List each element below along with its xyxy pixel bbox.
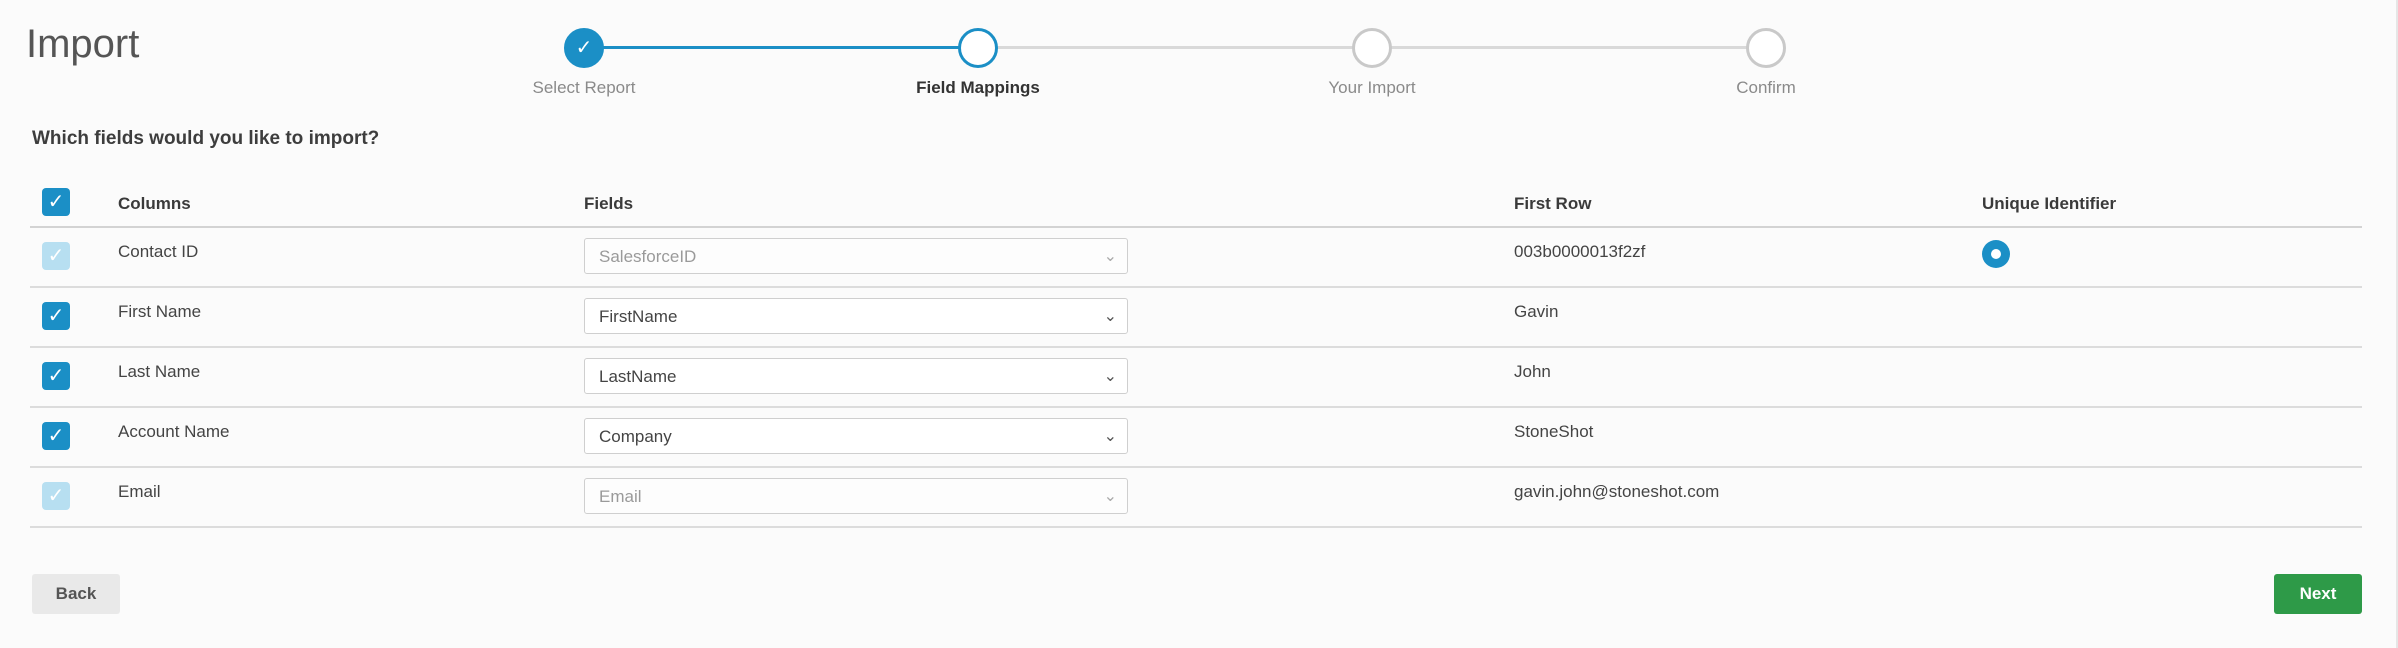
check-icon: ✓ — [564, 28, 604, 68]
table-row: ✓ Account Name Company ⌄ StoneShot — [30, 408, 2362, 468]
column-name: First Name — [118, 302, 202, 321]
first-row-value: gavin.john@stoneshot.com — [1514, 482, 1720, 501]
table-row: ✓ First Name FirstName ⌄ Gavin — [30, 288, 2362, 348]
chevron-down-icon: ⌄ — [1103, 428, 1117, 445]
field-select[interactable]: FirstName ⌄ — [584, 298, 1128, 334]
step-circle — [1746, 28, 1786, 68]
field-mapping-table: ✓ Columns Fields First Row Unique Identi… — [30, 180, 2362, 528]
table-row: ✓ Last Name LastName ⌄ John — [30, 348, 2362, 408]
column-name: Last Name — [118, 362, 201, 381]
row-checkbox[interactable]: ✓ — [42, 302, 70, 330]
stepper-line-done — [584, 46, 978, 49]
step-label: Select Report — [532, 78, 636, 97]
table-row: ✓ Contact ID SalesforceID ⌄ 003b0000013f… — [30, 228, 2362, 288]
column-name: Account Name — [118, 422, 230, 441]
step-label: Your Import — [1328, 78, 1416, 97]
step-circle — [1352, 28, 1392, 68]
column-name: Email — [118, 482, 161, 501]
first-row-value: StoneShot — [1514, 422, 1594, 441]
header-unique-identifier: Unique Identifier — [1982, 194, 2117, 213]
chevron-down-icon: ⌄ — [1103, 368, 1117, 385]
row-checkbox: ✓ — [42, 482, 70, 510]
step-label: Confirm — [1736, 78, 1796, 97]
first-row-value: Gavin — [1514, 302, 1559, 321]
step-circle — [958, 28, 998, 68]
field-select[interactable]: LastName ⌄ — [584, 358, 1128, 394]
field-select: Email ⌄ — [584, 478, 1128, 514]
next-button[interactable]: Next — [2274, 574, 2362, 614]
chevron-down-icon: ⌄ — [1103, 488, 1117, 505]
field-select-value: SalesforceID — [599, 247, 697, 266]
header-columns: Columns — [118, 194, 191, 213]
section-question: Which fields would you like to import? — [32, 128, 380, 149]
field-select-value: LastName — [599, 367, 677, 386]
table-row: ✓ Email Email ⌄ gavin.john@stoneshot.com — [30, 468, 2362, 528]
field-select-value: FirstName — [599, 307, 678, 326]
unique-identifier-radio[interactable] — [1982, 240, 2010, 268]
field-select: SalesforceID ⌄ — [584, 238, 1128, 274]
first-row-value: 003b0000013f2zf — [1514, 242, 1646, 261]
column-name: Contact ID — [118, 242, 199, 261]
header-first-row: First Row — [1514, 194, 1592, 213]
back-button[interactable]: Back — [32, 574, 120, 614]
step-label: Field Mappings — [916, 78, 1040, 97]
row-checkbox: ✓ — [42, 242, 70, 270]
field-select-value: Email — [599, 487, 642, 506]
chevron-down-icon: ⌄ — [1103, 248, 1117, 265]
chevron-down-icon: ⌄ — [1103, 308, 1117, 325]
row-checkbox[interactable]: ✓ — [42, 422, 70, 450]
field-select-value: Company — [599, 427, 672, 446]
table-header-row: ✓ Columns Fields First Row Unique Identi… — [30, 180, 2362, 228]
field-select[interactable]: Company ⌄ — [584, 418, 1128, 454]
select-all-checkbox[interactable]: ✓ — [42, 188, 70, 216]
first-row-value: John — [1514, 362, 1551, 381]
import-stepper: ✓ Select Report Field Mappings Your Impo… — [0, 0, 2398, 110]
row-checkbox[interactable]: ✓ — [42, 362, 70, 390]
header-fields: Fields — [584, 194, 634, 213]
